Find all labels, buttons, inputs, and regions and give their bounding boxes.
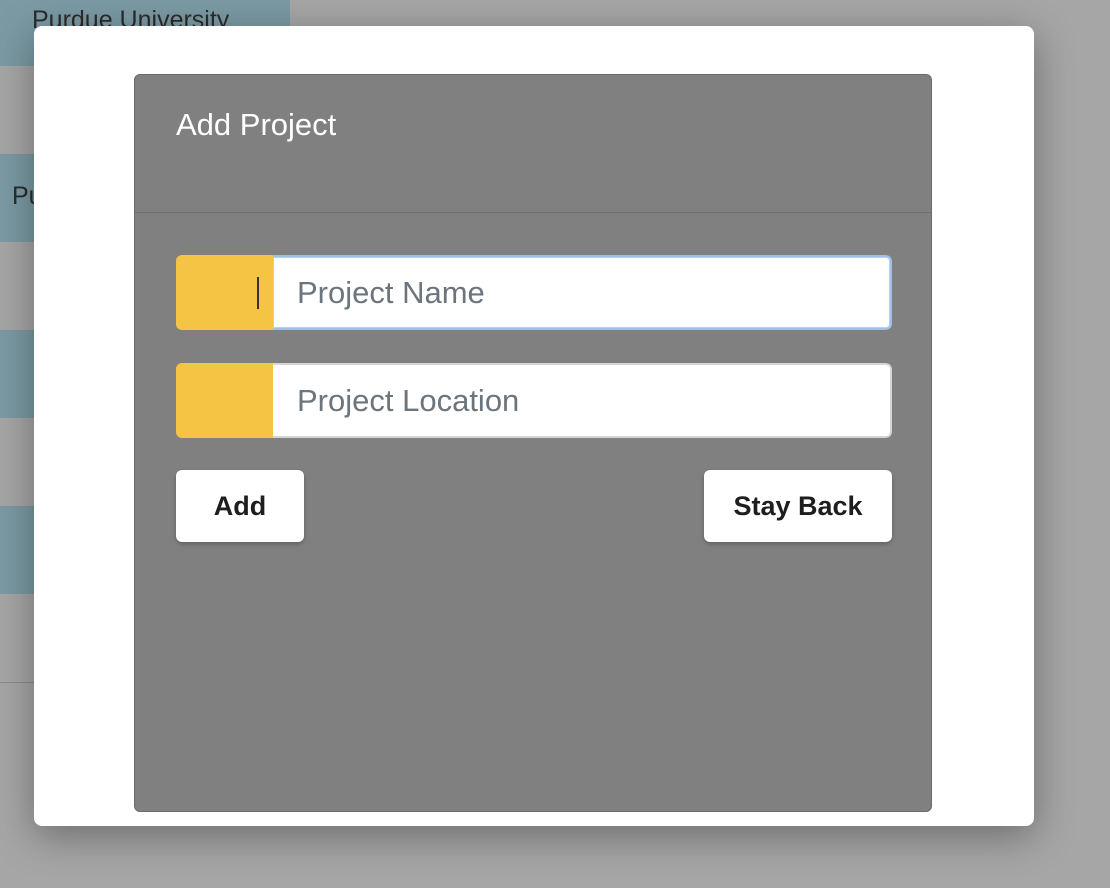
bg-list-item xyxy=(0,330,34,418)
bg-list-item xyxy=(0,506,34,594)
add-button[interactable]: Add xyxy=(176,470,304,542)
bg-list-item: Pu xyxy=(0,154,34,242)
modal-title: Add Project xyxy=(176,107,337,142)
add-project-card: Add Project Add Stay Back xyxy=(134,74,932,812)
add-project-modal: Add Project Add Stay Back xyxy=(34,26,1034,826)
project-name-group xyxy=(176,255,892,330)
card-header: Add Project xyxy=(135,75,931,213)
bg-list-item-label: Pu xyxy=(12,182,34,210)
text-caret xyxy=(257,277,259,309)
bg-divider xyxy=(0,682,34,683)
project-name-input[interactable] xyxy=(273,255,892,330)
stay-back-button[interactable]: Stay Back xyxy=(704,470,892,542)
project-location-input[interactable] xyxy=(273,363,892,438)
project-location-addon xyxy=(176,363,273,438)
project-location-group xyxy=(176,363,892,438)
